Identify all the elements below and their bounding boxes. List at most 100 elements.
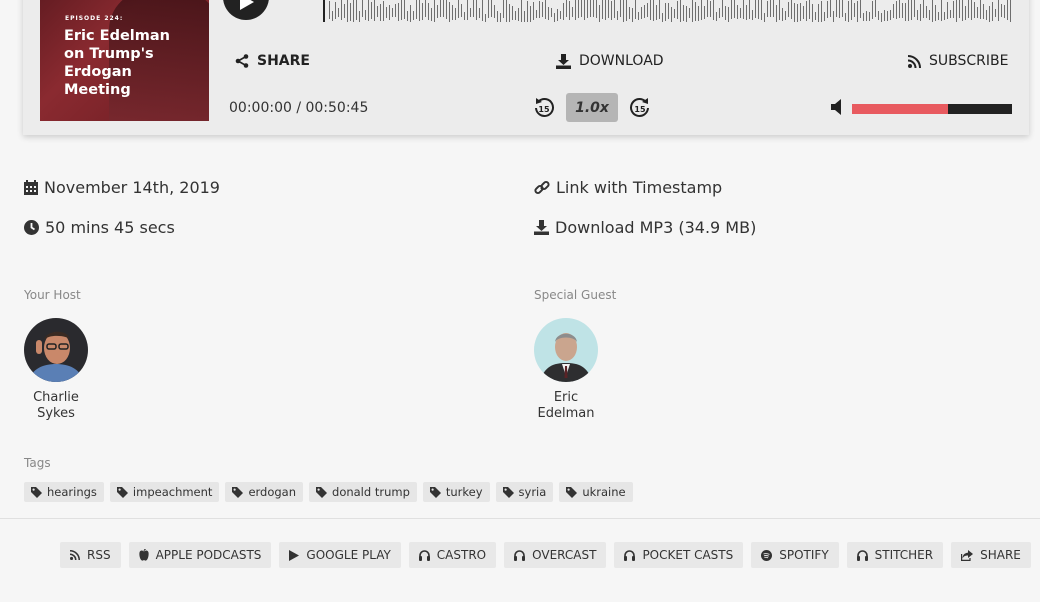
- guest-photo: [534, 318, 598, 382]
- subscribe-button[interactable]: SUBSCRIBE: [908, 53, 1008, 69]
- waveform-bar: [485, 14, 487, 22]
- waveform-bar: [908, 0, 910, 21]
- waveform-bar: [782, 8, 784, 21]
- waveform-bar: [515, 11, 517, 20]
- host-avatar[interactable]: [24, 318, 88, 382]
- waveform-bar: [554, 13, 556, 22]
- tag-chip[interactable]: erdogan: [225, 482, 304, 502]
- share-icon: [961, 549, 974, 561]
- tag-chip[interactable]: syria: [495, 482, 554, 502]
- waveform-bar: [650, 0, 652, 20]
- tag-label: impeachment: [132, 485, 213, 499]
- waveform-bar: [416, 0, 418, 19]
- waveform-bar: [878, 11, 880, 20]
- waveform-bar: [635, 0, 637, 19]
- subscribe-link-label: OVERCAST: [532, 548, 597, 562]
- waveform-seek-bar[interactable]: [323, 0, 1013, 22]
- rewind-15-icon[interactable]: 15: [533, 97, 555, 119]
- download-button[interactable]: DOWNLOAD: [556, 53, 664, 69]
- guest-card[interactable]: Eric Edelman: [534, 318, 598, 422]
- download-mp3-text: Download MP3 (34.9 MB): [555, 218, 757, 237]
- playback-speed-button[interactable]: 1.0x: [566, 93, 618, 122]
- waveform-bar: [419, 0, 421, 21]
- subscribe-link-label: CASTRO: [436, 548, 487, 562]
- tag-chip[interactable]: impeachment: [109, 482, 220, 502]
- waveform-bar: [962, 0, 964, 21]
- waveform-bar: [545, 0, 547, 19]
- waveform-bar: [458, 0, 460, 18]
- waveform-bar: [758, 0, 760, 19]
- tag-chip[interactable]: turkey: [422, 482, 490, 502]
- waveform-bar: [659, 0, 661, 19]
- guest-section-label: Special Guest: [534, 288, 617, 302]
- waveform-bar: [926, 6, 928, 18]
- subscribe-rss-button[interactable]: RSS: [60, 542, 121, 568]
- waveform-bar: [551, 8, 553, 17]
- waveform-bar: [497, 11, 499, 22]
- waveform-bar: [968, 0, 970, 18]
- subscribe-link-label: POCKET CASTS: [642, 548, 734, 562]
- share-button[interactable]: SHARE: [235, 53, 310, 69]
- waveform-bar: [392, 8, 394, 17]
- spotify-icon: [761, 549, 773, 561]
- waveform-bar: [929, 10, 931, 20]
- waveform-bar: [656, 5, 658, 20]
- subscribe-stitcher-button[interactable]: STITCHER: [846, 542, 944, 568]
- guest-avatar[interactable]: [534, 318, 598, 382]
- waveform-bar: [965, 6, 967, 20]
- play-button[interactable]: [223, 0, 269, 20]
- link-with-timestamp[interactable]: Link with Timestamp: [534, 178, 722, 197]
- guest-first-name: Eric: [553, 390, 579, 405]
- tag-chip[interactable]: hearings: [24, 482, 104, 502]
- subscribe-google-play-button[interactable]: GOOGLE PLAY: [279, 542, 401, 568]
- waveform-bar: [737, 5, 739, 19]
- waveform-bar: [647, 3, 649, 17]
- waveform-bar: [365, 10, 367, 20]
- waveform-bar: [509, 4, 511, 22]
- waveform-bar: [953, 1, 955, 18]
- download-mp3-link[interactable]: Download MP3 (34.9 MB): [534, 218, 756, 237]
- subscribe-pocket-casts-button[interactable]: POCKET CASTS: [614, 542, 744, 568]
- tag-label: turkey: [445, 485, 483, 499]
- waveform-bar: [671, 7, 673, 22]
- subscribe-link-label: GOOGLE PLAY: [306, 548, 391, 562]
- cover-title: Eric Edelman on Trump's Erdogan Meeting: [64, 28, 170, 98]
- waveform-bar: [467, 0, 469, 20]
- subscribe-apple-podcasts-button[interactable]: APPLE PODCASTS: [128, 542, 272, 568]
- forward-15-icon[interactable]: 15: [629, 97, 651, 119]
- subscribe-links: RSS APPLE PODCASTS GOOGLE PLAY CASTRO OVERCA…: [60, 542, 1031, 568]
- subscribe-share-button[interactable]: SHARE: [951, 542, 1031, 568]
- tag-chip[interactable]: donald trump: [309, 482, 417, 502]
- waveform-bar: [995, 9, 997, 17]
- waveform-bar: [548, 7, 550, 20]
- subscribe-spotify-button[interactable]: SPOTIFY: [751, 542, 839, 568]
- subscribe-castro-button[interactable]: CASTRO: [408, 542, 497, 568]
- waveform-bar: [707, 0, 709, 17]
- tags-section-label: Tags: [24, 456, 51, 470]
- waveform-bar: [371, 2, 373, 19]
- tag-chip[interactable]: ukraine: [559, 482, 633, 502]
- subscribe-label: SUBSCRIBE: [929, 53, 1009, 69]
- host-card[interactable]: Charlie Sykes: [24, 318, 88, 422]
- waveform-bar: [806, 1, 808, 21]
- waveform-bar: [821, 1, 823, 22]
- volume-icon[interactable]: [831, 99, 844, 115]
- waveform-bar: [692, 0, 694, 22]
- waveform-bar: [590, 0, 592, 17]
- waveform-bar: [383, 1, 385, 21]
- playhead-cursor[interactable]: [323, 0, 325, 22]
- waveform-bar: [752, 10, 754, 20]
- forward-seconds: 15: [634, 105, 646, 114]
- volume-slider[interactable]: [852, 104, 1012, 114]
- tag-label: ukraine: [582, 485, 626, 499]
- waveform-bar: [740, 8, 742, 18]
- share-label: SHARE: [257, 53, 310, 69]
- waveform-bar: [560, 11, 562, 19]
- waveform-bar: [626, 0, 628, 21]
- waveform-bar: [776, 5, 778, 22]
- subscribe-overcast-button[interactable]: OVERCAST: [504, 542, 607, 568]
- tag-label: hearings: [47, 485, 97, 499]
- waveform-bar: [698, 6, 700, 21]
- waveform-bar: [686, 6, 688, 22]
- waveform-bar: [521, 0, 523, 22]
